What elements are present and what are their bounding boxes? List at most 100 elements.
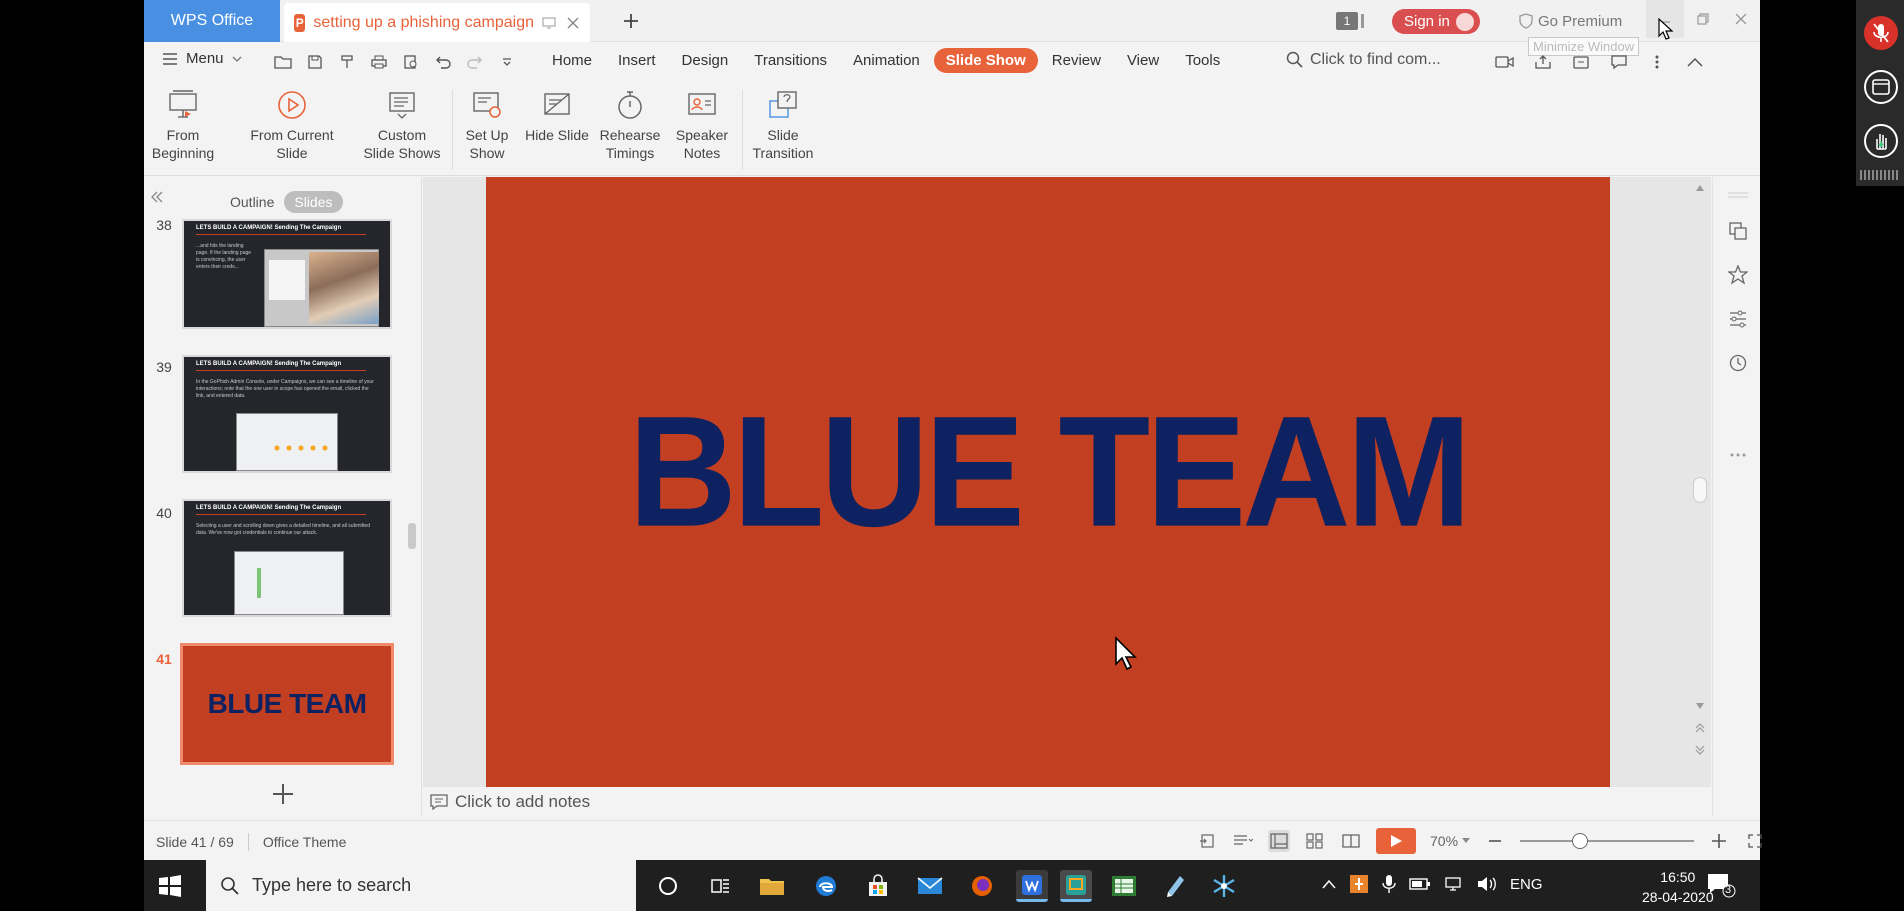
slides-view-tab[interactable]: Slides (284, 191, 343, 213)
cortana-icon[interactable] (652, 870, 684, 902)
firefox-icon[interactable] (966, 870, 998, 902)
add-slide-button[interactable] (272, 783, 294, 805)
zoom-slider[interactable] (1520, 833, 1695, 849)
tab-home[interactable]: Home (540, 48, 604, 73)
from-current-slide-button[interactable]: From Current Slide (234, 88, 350, 162)
history-icon[interactable] (1726, 351, 1750, 375)
mail-icon[interactable] (914, 870, 946, 902)
properties-sliders-icon[interactable] (1726, 307, 1750, 331)
zoom-in-icon[interactable] (1708, 830, 1730, 852)
microphone-icon[interactable] (1382, 874, 1396, 894)
format-painter-icon[interactable] (336, 51, 358, 73)
zoom-level-dropdown[interactable]: 70% (1430, 833, 1471, 849)
editor-scrollbar[interactable] (1688, 177, 1710, 787)
save-icon[interactable] (304, 51, 326, 73)
reading-view-icon[interactable] (1340, 830, 1362, 852)
from-beginning-button[interactable]: From Beginning (152, 88, 214, 162)
window-capture-icon[interactable] (1864, 70, 1898, 104)
edge-browser-icon[interactable] (810, 870, 842, 902)
find-command-search[interactable]: Click to find com... (1286, 51, 1441, 69)
tab-transitions[interactable]: Transitions (742, 48, 839, 73)
more-horizontal-icon[interactable] (1726, 443, 1750, 467)
tab-animation[interactable]: Animation (841, 48, 932, 73)
sync-icon[interactable] (1570, 51, 1592, 73)
window-count-badge[interactable]: 1 (1336, 12, 1364, 30)
restore-window-button[interactable] (1684, 0, 1722, 38)
slide-thumbnail-39[interactable]: LETS BUILD A CAMPAIGN! Sending The Campa… (182, 355, 392, 473)
sign-in-button[interactable]: Sign in (1392, 9, 1480, 34)
slide-transition-button[interactable]: Slide Transition (750, 88, 816, 162)
normal-view-icon[interactable] (1268, 830, 1290, 852)
slide-thumbnail-41[interactable]: BLUE TEAM (180, 643, 394, 765)
file-explorer-icon[interactable] (756, 870, 788, 902)
volume-icon[interactable] (1477, 876, 1497, 892)
more-options-icon[interactable] (1646, 51, 1668, 73)
theme-name[interactable]: Office Theme (263, 834, 347, 850)
share-icon[interactable] (1532, 51, 1554, 73)
close-window-button[interactable] (1722, 0, 1760, 38)
fit-window-icon[interactable] (1744, 830, 1766, 852)
taskbar-search-input[interactable]: Type here to search (206, 860, 636, 911)
snowflake-app-icon[interactable] (1208, 870, 1240, 902)
animation-star-icon[interactable] (1726, 263, 1750, 287)
go-premium-button[interactable]: Go Premium (1518, 10, 1622, 32)
wps-writer-icon[interactable] (1016, 870, 1048, 902)
redo-icon[interactable] (464, 51, 486, 73)
next-slide-icon[interactable] (1695, 745, 1705, 755)
copy-style-icon[interactable] (1726, 219, 1750, 243)
collapse-ribbon-icon[interactable] (1684, 51, 1706, 73)
play-slideshow-button[interactable] (1376, 828, 1416, 854)
comment-icon[interactable] (1608, 51, 1630, 73)
scroll-up-icon[interactable] (1696, 185, 1704, 191)
collapse-panel-icon[interactable] (150, 191, 164, 203)
tab-insert[interactable]: Insert (606, 48, 668, 73)
rehearse-timings-button[interactable]: Rehearse Timings (600, 88, 660, 162)
notes-toggle-icon[interactable] (1232, 830, 1254, 852)
notes-area[interactable]: Click to add notes (423, 787, 1711, 817)
slide-title-text[interactable]: BLUE TEAM (629, 380, 1472, 562)
print-icon[interactable] (368, 51, 390, 73)
microsoft-store-icon[interactable] (862, 870, 894, 902)
action-center-icon[interactable]: 3 (1706, 872, 1736, 898)
tab-design[interactable]: Design (670, 48, 741, 73)
slide-sorter-icon[interactable] (1304, 830, 1326, 852)
wps-office-tab[interactable]: WPS Office (144, 0, 280, 42)
floating-bar-grip[interactable] (1860, 170, 1900, 180)
zoom-out-icon[interactable] (1484, 830, 1506, 852)
mute-microphone-icon[interactable] (1864, 16, 1898, 50)
raise-hand-icon[interactable] (1864, 124, 1898, 158)
tab-review[interactable]: Review (1040, 48, 1113, 73)
tab-slide-show[interactable]: Slide Show (933, 48, 1038, 73)
main-menu-button[interactable]: Menu (162, 50, 242, 67)
customize-toolbar-icon[interactable] (496, 51, 518, 73)
previous-slide-icon[interactable] (1695, 723, 1705, 733)
tray-app-icon[interactable] (1349, 874, 1369, 894)
tab-tools[interactable]: Tools (1173, 48, 1232, 73)
open-folder-icon[interactable] (272, 51, 294, 73)
custom-slide-shows-button[interactable]: Custom Slide Shows (362, 88, 442, 162)
hide-slide-button[interactable]: Hide Slide (522, 88, 592, 144)
speaker-notes-button[interactable]: Speaker Notes (670, 88, 734, 162)
new-tab-button[interactable] (618, 8, 644, 34)
close-tab-icon[interactable] (566, 16, 580, 30)
battery-icon[interactable] (1409, 877, 1431, 891)
show-hidden-icons[interactable] (1322, 879, 1336, 889)
task-view-icon[interactable] (704, 870, 736, 902)
set-up-show-button[interactable]: Set Up Show (462, 88, 512, 162)
tab-view[interactable]: View (1115, 48, 1171, 73)
fit-slide-icon[interactable] (1196, 830, 1218, 852)
undo-icon[interactable] (432, 51, 454, 73)
slides-panel-scrollbar[interactable] (408, 523, 416, 549)
taskbar-clock[interactable]: 16:50 28-04-2020 (1642, 867, 1714, 907)
video-camera-icon[interactable] (1494, 51, 1516, 73)
print-preview-icon[interactable] (400, 51, 422, 73)
slide-thumbnail-40[interactable]: LETS BUILD A CAMPAIGN! Sending The Campa… (182, 499, 392, 617)
scroll-down-icon[interactable] (1696, 703, 1704, 709)
current-slide[interactable]: BLUE TEAM (486, 177, 1610, 787)
document-tab[interactable]: P setting up a phishing campaign (284, 3, 590, 42)
outline-view-tab[interactable]: Outline (220, 191, 284, 213)
wps-presentation-icon[interactable] (1060, 870, 1092, 902)
slide-thumbnail-38[interactable]: LETS BUILD A CAMPAIGN! Sending The Campa… (182, 219, 392, 329)
editor-scroll-thumb[interactable] (1693, 477, 1707, 503)
windows-start-button[interactable] (158, 874, 182, 898)
